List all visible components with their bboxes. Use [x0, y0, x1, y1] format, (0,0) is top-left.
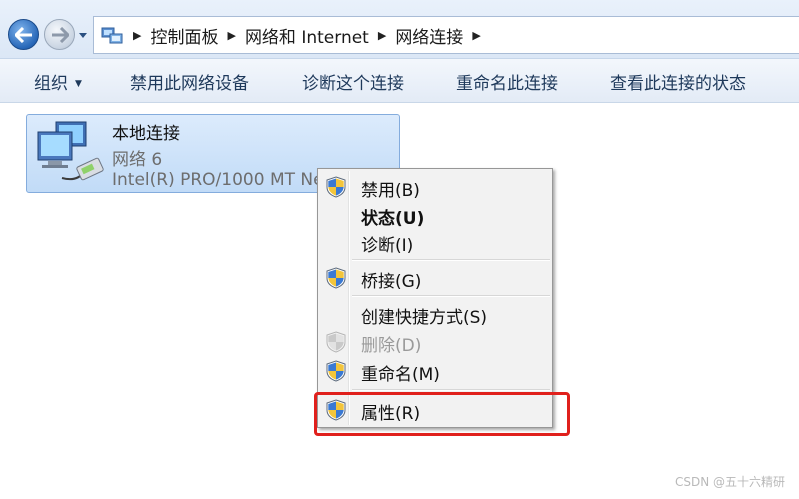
- menu-item-label: 创建快捷方式(S): [361, 308, 488, 328]
- menu-separator: [352, 295, 550, 297]
- arrow-left-icon: [14, 26, 32, 43]
- connection-network: 网络 6: [112, 150, 163, 170]
- chevron-down-icon: ▼: [75, 79, 82, 89]
- breadcrumb[interactable]: ▶ 控制面板 ▶ 网络和 Internet ▶ 网络连接 ▶: [93, 16, 799, 54]
- disable-device-button[interactable]: 禁用此网络设备: [130, 69, 249, 94]
- menu-item-label: 诊断(I): [361, 236, 414, 256]
- menu-separator: [352, 389, 550, 391]
- connection-name: 本地连接: [112, 124, 180, 144]
- breadcrumb-network-connections[interactable]: 网络连接: [395, 23, 463, 48]
- uac-shield-icon: [326, 176, 346, 198]
- menu-separator: [352, 259, 550, 261]
- highlight-box: [314, 392, 570, 436]
- rename-button[interactable]: 重命名此连接: [456, 69, 558, 94]
- context-menu: 禁用(B) 状态(U) 诊断(I) 桥接(G) 创建快捷方式(S) 删除(D): [317, 168, 553, 428]
- network-folder-icon: [101, 27, 123, 44]
- back-button[interactable]: [8, 19, 39, 50]
- chevron-right-icon[interactable]: ▶: [378, 29, 386, 42]
- menu-item-label: 重命名(M): [361, 365, 440, 385]
- arrow-right-icon: [51, 26, 69, 43]
- chevron-right-icon[interactable]: ▶: [133, 29, 141, 42]
- menu-item-label: 状态(U): [361, 209, 425, 229]
- menu-item-label: 桥接(G): [361, 272, 422, 292]
- command-bar: 组织 ▼ 禁用此网络设备 诊断这个连接 重命名此连接 查看此连接的状态: [0, 59, 799, 103]
- view-status-button[interactable]: 查看此连接的状态: [610, 69, 746, 94]
- history-dropdown-icon[interactable]: [78, 30, 88, 40]
- breadcrumb-network-internet[interactable]: 网络和 Internet: [245, 23, 369, 48]
- network-adapter-icon: [37, 121, 104, 181]
- menu-item-create-shortcut[interactable]: 创建快捷方式(S): [318, 300, 552, 328]
- address-bar: ▶ 控制面板 ▶ 网络和 Internet ▶ 网络连接 ▶: [0, 0, 799, 59]
- menu-item-label: 删除(D): [361, 336, 422, 356]
- chevron-right-icon[interactable]: ▶: [227, 29, 235, 42]
- menu-item-diagnose[interactable]: 诊断(I): [318, 228, 552, 256]
- menu-item-label: 禁用(B): [361, 181, 420, 201]
- menu-item-delete: 删除(D): [318, 328, 552, 356]
- forward-button[interactable]: [44, 19, 75, 50]
- uac-shield-icon: [326, 360, 346, 382]
- organize-label: 组织: [34, 74, 68, 94]
- chevron-right-icon[interactable]: ▶: [472, 29, 480, 42]
- watermark: CSDN @五十六精研: [674, 475, 785, 489]
- uac-shield-icon: [326, 331, 346, 353]
- menu-item-status[interactable]: 状态(U): [318, 201, 552, 229]
- menu-item-bridge[interactable]: 桥接(G): [318, 264, 552, 292]
- menu-item-rename[interactable]: 重命名(M): [318, 357, 552, 385]
- breadcrumb-control-panel[interactable]: 控制面板: [150, 23, 218, 48]
- diagnose-button[interactable]: 诊断这个连接: [302, 69, 404, 94]
- organize-menu[interactable]: 组织 ▼: [34, 69, 82, 94]
- uac-shield-icon: [326, 267, 346, 289]
- menu-item-disable[interactable]: 禁用(B): [318, 173, 552, 201]
